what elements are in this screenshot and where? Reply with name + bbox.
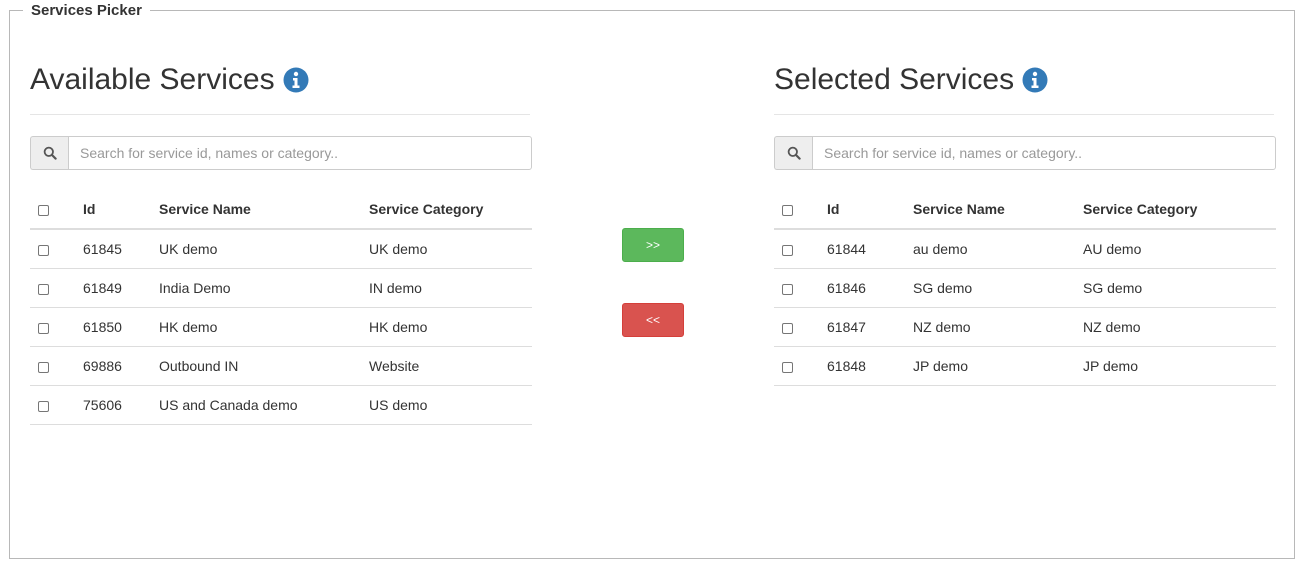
column-header-service-name: Service Name [913,190,1083,230]
service-name: HK demo [159,307,369,347]
available-search-group [30,136,532,170]
service-category: Website [369,346,532,386]
info-icon[interactable] [1022,67,1048,93]
service-id: 61848 [827,346,913,386]
row-checkbox[interactable] [782,244,793,256]
row-checkbox[interactable] [38,400,49,412]
service-category: UK demo [369,229,532,269]
service-category: HK demo [369,307,532,347]
search-icon [30,136,68,170]
row-checkbox[interactable] [782,322,793,334]
row-checkbox[interactable] [38,322,49,334]
column-header-service-name: Service Name [159,190,369,230]
remove-from-selected-button[interactable]: << [622,303,684,337]
service-id: 61844 [827,229,913,269]
table-row[interactable]: 61845 UK demo UK demo [30,229,532,269]
info-icon[interactable] [283,67,309,93]
service-category: NZ demo [1083,307,1276,347]
service-name: SG demo [913,268,1083,308]
table-row[interactable]: 69886 Outbound IN Website [30,346,532,386]
row-checkbox[interactable] [782,361,793,373]
select-all-checkbox[interactable] [782,204,793,216]
service-id: 69886 [83,346,159,386]
service-id: 75606 [83,385,159,425]
table-header-row: Id Service Name Service Category [30,190,532,230]
table-row[interactable]: 61849 India Demo IN demo [30,268,532,308]
service-category: SG demo [1083,268,1276,308]
table-row[interactable]: 61846 SG demo SG demo [774,268,1276,308]
table-header-row: Id Service Name Service Category [774,190,1276,230]
table-row[interactable]: 75606 US and Canada demo US demo [30,385,532,425]
service-id: 61845 [83,229,159,269]
table-row[interactable]: 61844 au demo AU demo [774,229,1276,269]
selected-services-title-text: Selected Services [774,63,1015,96]
available-services-title-text: Available Services [30,63,275,96]
service-name: US and Canada demo [159,385,369,425]
title-divider [774,114,1274,115]
select-all-cell [30,190,83,230]
table-row[interactable]: 61850 HK demo HK demo [30,307,532,347]
table-row[interactable]: 61847 NZ demo NZ demo [774,307,1276,347]
row-checkbox[interactable] [38,283,49,295]
service-category: JP demo [1083,346,1276,386]
service-id: 61847 [827,307,913,347]
select-all-checkbox[interactable] [38,204,49,216]
title-divider [30,114,530,115]
row-checkbox[interactable] [38,361,49,373]
add-to-selected-button[interactable]: >> [622,228,684,262]
column-header-service-category: Service Category [369,190,532,230]
service-category: IN demo [369,268,532,308]
service-name: India Demo [159,268,369,308]
available-search-input[interactable] [68,136,532,170]
row-checkbox[interactable] [782,283,793,295]
services-picker-legend: Services Picker [23,1,150,21]
available-services-table: Id Service Name Service Category 61845 U… [30,190,532,425]
service-category: US demo [369,385,532,425]
selected-search-group [774,136,1276,170]
available-services-title: Available Services [30,60,309,100]
table-row[interactable]: 61848 JP demo JP demo [774,346,1276,386]
column-header-service-category: Service Category [1083,190,1276,230]
column-header-id: Id [83,190,159,230]
selected-search-input[interactable] [812,136,1276,170]
service-id: 61849 [83,268,159,308]
row-checkbox[interactable] [38,244,49,256]
selected-services-table: Id Service Name Service Category 61844 a… [774,190,1276,386]
service-name: NZ demo [913,307,1083,347]
service-category: AU demo [1083,229,1276,269]
service-id: 61846 [827,268,913,308]
search-icon [774,136,812,170]
service-name: JP demo [913,346,1083,386]
service-name: au demo [913,229,1083,269]
service-name: UK demo [159,229,369,269]
selected-services-title: Selected Services [774,60,1048,100]
service-name: Outbound IN [159,346,369,386]
column-header-id: Id [827,190,913,230]
service-id: 61850 [83,307,159,347]
select-all-cell [774,190,827,230]
